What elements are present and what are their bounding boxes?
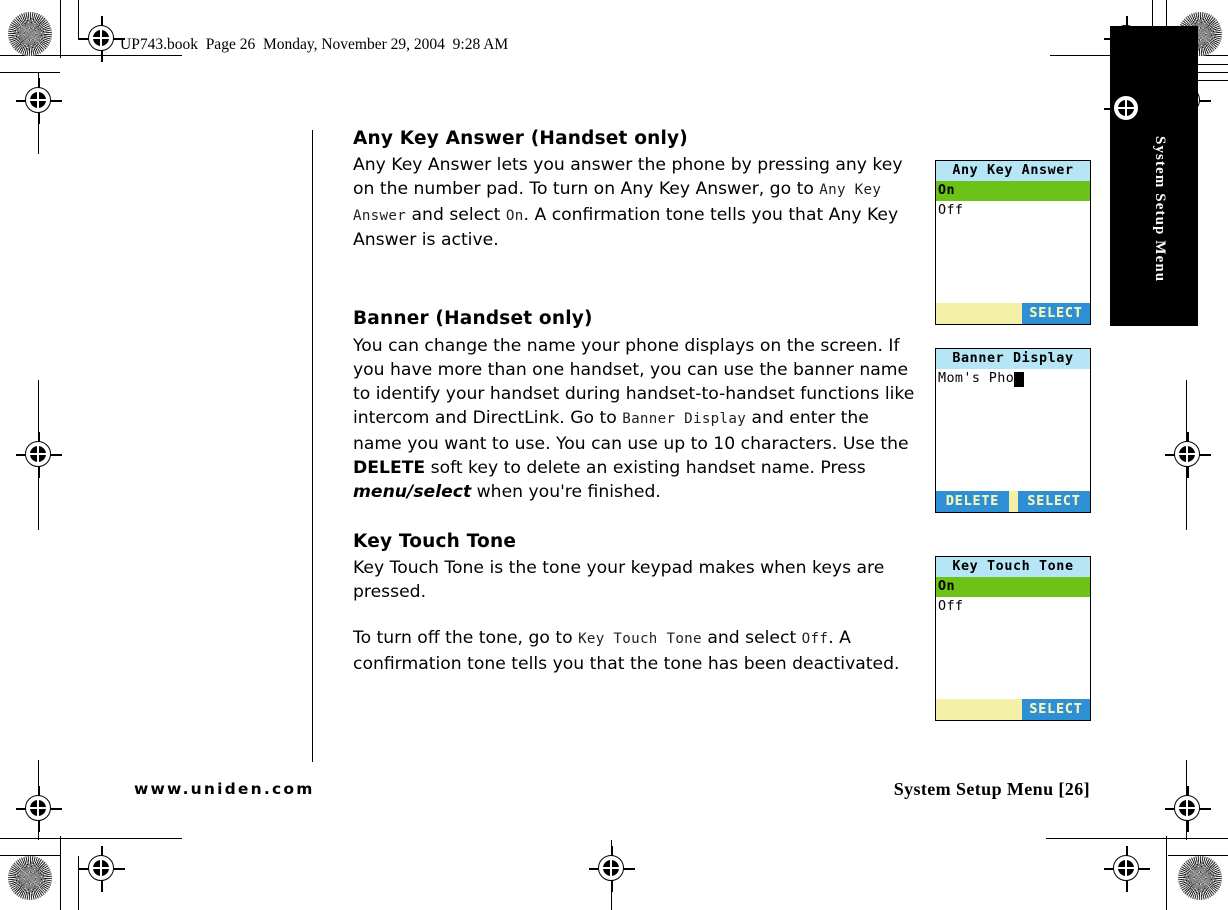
crop-line-right-mid-v xyxy=(1186,380,1188,530)
lcd-screenshot-any-key-answer: Any Key Answer On Off SELECT xyxy=(935,160,1091,325)
document-body: Any Key Answer (Handset only) Any Key An… xyxy=(353,128,923,676)
file-header: UP743.book Page 26 Monday, November 29, … xyxy=(120,36,509,53)
lcd-menu-item-on[interactable]: On xyxy=(936,181,1090,201)
chapter-tab: System Setup Menu xyxy=(1110,26,1198,326)
text-cursor-icon xyxy=(1014,371,1025,387)
section-heading-any-key-answer: Any Key Answer (Handset only) xyxy=(353,128,688,149)
lcd-screenshot-key-touch-tone: Key Touch Tone On Off SELECT xyxy=(935,556,1091,721)
lcd-softkey-left-blank xyxy=(936,303,1022,324)
lcd-softkey-left-blank xyxy=(936,699,1022,720)
crop-line-top-left-v2 xyxy=(78,0,80,40)
lcd-menu-item-off[interactable]: Off xyxy=(936,201,1090,221)
crop-line-bottom-center-v xyxy=(611,840,613,910)
body-text-fragment: and select xyxy=(406,204,506,225)
ui-reference-banner-display: Banner Display xyxy=(622,411,747,428)
crop-line-bottom-left-h xyxy=(0,838,182,840)
ui-reference-key-touch-tone: Key Touch Tone xyxy=(578,631,702,648)
column-divider-rule xyxy=(312,130,314,762)
footer-website: www.uniden.com xyxy=(134,780,315,798)
registration-mark-bottom-right-inner xyxy=(1104,846,1150,892)
lcd-softkey-bar: DELETE SELECT xyxy=(936,491,1090,512)
crop-line-left-edge-v xyxy=(38,72,40,154)
print-density-target-bottom-right xyxy=(1178,856,1222,900)
crop-line-top-left-h2 xyxy=(0,72,60,74)
crop-line-bottom-right-h xyxy=(1046,838,1228,840)
lcd-banner-name-field[interactable]: Mom's Pho xyxy=(936,369,1090,389)
crop-line-bottom-left-v xyxy=(60,836,62,910)
body-text-fragment: when you're finished. xyxy=(471,482,661,503)
crop-line-bottom-left-v2 xyxy=(78,856,80,910)
registration-mark-bottom-left-inner xyxy=(79,846,125,892)
lcd-title-banner-display: Banner Display xyxy=(936,349,1090,369)
registration-mark-right-middle xyxy=(1165,432,1211,478)
body-text-fragment: soft key to delete an existing handset n… xyxy=(425,458,866,479)
section-heading-key-touch-tone: Key Touch Tone xyxy=(353,530,517,552)
body-text-fragment: Key Touch Tone is the tone your keypad m… xyxy=(353,557,885,603)
section-body-key-touch-tone-1: Key Touch Tone is the tone your keypad m… xyxy=(353,556,923,605)
lcd-softkey-bar: SELECT xyxy=(936,303,1090,324)
lcd-text-entry-area: Mom's Pho xyxy=(936,369,1090,491)
softkey-reference-delete: DELETE xyxy=(353,458,426,479)
print-density-target-bottom-left xyxy=(8,856,52,900)
ui-reference-on: On xyxy=(505,207,524,224)
ui-reference-off: Off xyxy=(801,631,829,648)
lcd-softkey-divider xyxy=(1009,491,1018,512)
lcd-softkey-bar: SELECT xyxy=(936,699,1090,720)
lcd-menu-item-on[interactable]: On xyxy=(936,577,1090,597)
lcd-menu-item-off[interactable]: Off xyxy=(936,597,1090,617)
crop-line-left-mid-v xyxy=(38,380,40,530)
lcd-title-key-touch-tone: Key Touch Tone xyxy=(936,557,1090,577)
section-body-banner: You can change the name your phone displ… xyxy=(353,334,923,505)
chapter-tab-label: System Setup Menu xyxy=(1152,136,1168,283)
body-text-fragment: To turn off the tone, go to xyxy=(353,628,579,649)
lcd-softkey-select[interactable]: SELECT xyxy=(1022,699,1090,720)
crop-line-left-low-v xyxy=(38,760,40,840)
lcd-softkey-select[interactable]: SELECT xyxy=(1018,491,1090,512)
footer-chapter-page: System Setup Menu [26] xyxy=(893,779,1090,799)
lcd-title-any-key-answer: Any Key Answer xyxy=(936,161,1090,181)
key-reference-menu-select: menu/select xyxy=(353,482,472,503)
crop-line-top-left-v xyxy=(60,0,62,58)
lcd-menu-list: On Off xyxy=(936,577,1090,699)
body-text-fragment: and select xyxy=(701,628,802,649)
lcd-menu-list: On Off xyxy=(936,181,1090,303)
lcd-banner-name-value: Mom's Pho xyxy=(938,371,1015,386)
section-heading-banner: Banner (Handset only) xyxy=(353,308,593,330)
lcd-screenshot-banner-display: Banner Display Mom's Pho DELETE SELECT xyxy=(935,348,1091,513)
crop-line-bottom-right-v xyxy=(1166,836,1168,910)
crop-line-right-low-v xyxy=(1186,760,1188,840)
section-body-any-key-answer: Any Key Answer lets you answer the phone… xyxy=(353,153,923,252)
lcd-softkey-delete[interactable]: DELETE xyxy=(936,491,1009,512)
section-body-key-touch-tone-2: To turn off the tone, go to Key Touch To… xyxy=(353,626,923,676)
lcd-softkey-select[interactable]: SELECT xyxy=(1022,303,1090,324)
registration-mark-bottom-right-outer xyxy=(1165,786,1211,832)
print-density-target-top-left xyxy=(8,12,52,56)
